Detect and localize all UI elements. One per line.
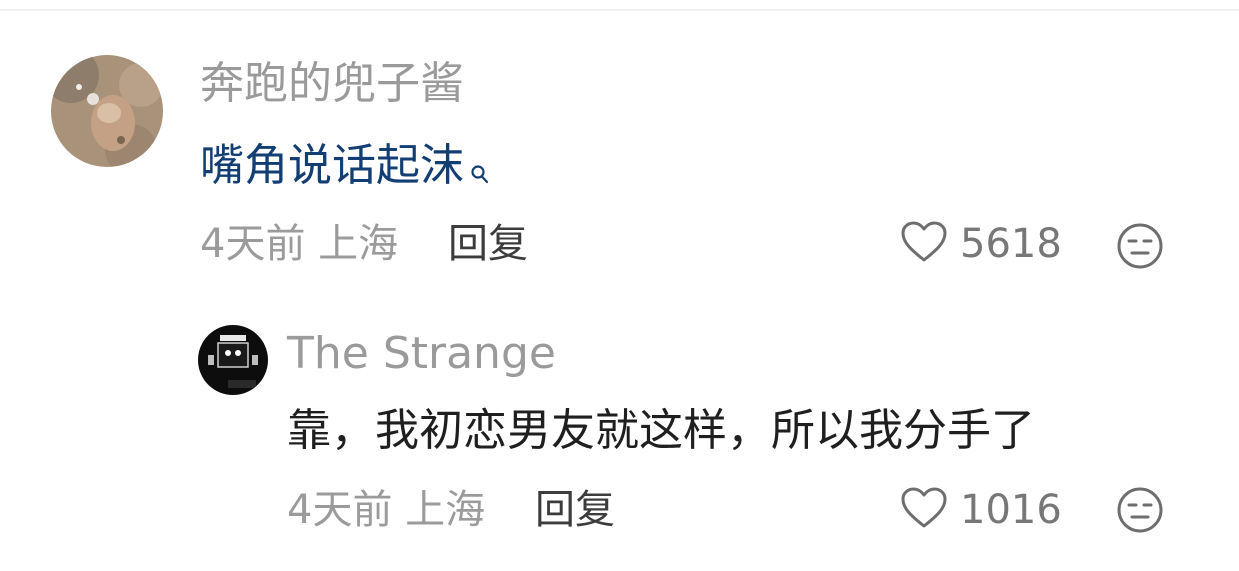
like-count: 5618 [960,221,1062,267]
like-count: 1016 [960,487,1062,533]
comment-meta: 4天前 上海 [287,486,485,534]
comment-meta: 4天前 上海 [200,220,398,268]
comment-time: 4天前 [200,221,306,267]
emoji-reaction-icon[interactable] [1116,222,1164,274]
avatar[interactable] [198,325,268,395]
comment-content[interactable]: 靠，我初恋男友就这样，所以我分手了 [287,405,1035,457]
comment-author[interactable]: 奔跑的兜子酱 [200,58,464,110]
search-icon[interactable] [470,146,490,198]
heart-icon[interactable] [900,486,948,534]
comment-location: 上海 [405,487,486,533]
comment-content[interactable]: 嘴角说话起沫 [200,140,490,198]
reply-button[interactable]: 回复 [448,220,528,268]
comment-time: 4天前 [287,487,393,533]
like-button[interactable]: 1016 [900,486,1062,534]
comment-author[interactable]: The Strange [287,328,556,380]
heart-icon[interactable] [900,220,948,268]
reply-button[interactable]: 回复 [535,486,615,534]
comment-text: 嘴角说话起沫 [200,140,464,191]
like-button[interactable]: 5618 [900,220,1062,268]
top-divider [0,9,1239,11]
avatar[interactable] [51,55,163,167]
comment-location: 上海 [318,221,399,267]
emoji-reaction-icon[interactable] [1116,486,1164,538]
